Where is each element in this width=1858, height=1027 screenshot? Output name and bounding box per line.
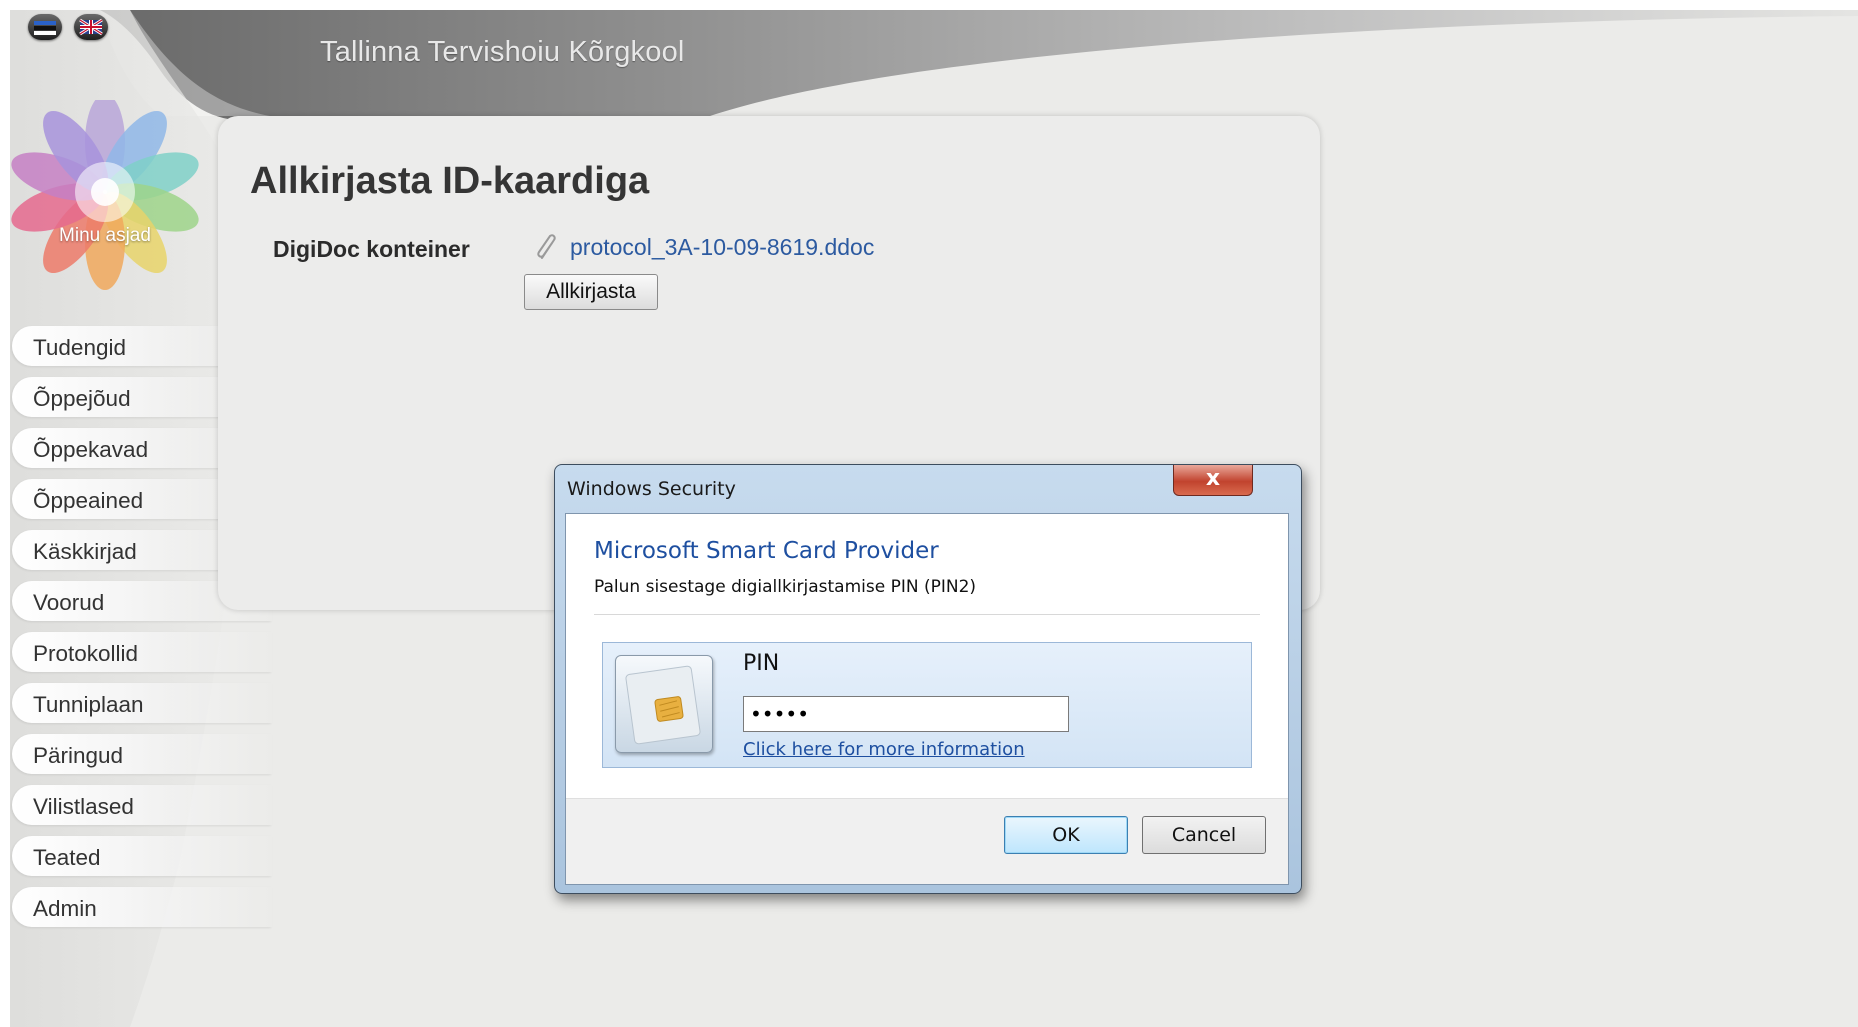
pin-prompt: Palun sisestage digiallkirjastamise PIN … — [594, 577, 977, 597]
nav-item-admin[interactable]: Admin — [12, 887, 272, 927]
more-info-link[interactable]: Click here for more information — [743, 739, 1025, 760]
nav-item-label: Teated — [33, 845, 101, 870]
nav-item-label: Päringud — [33, 743, 124, 768]
nav-item-protokollid[interactable]: Protokollid — [12, 632, 272, 672]
sign-button[interactable]: Allkirjasta — [524, 274, 658, 310]
nav-item-label: Voorud — [33, 590, 105, 615]
nav-item-vilistlased[interactable]: Vilistlased — [12, 785, 272, 825]
provider-name: Microsoft Smart Card Provider — [594, 538, 939, 564]
nav-item-label: Õppejõud — [33, 386, 131, 411]
estonian-flag-icon[interactable] — [28, 14, 62, 40]
credential-tile[interactable]: PIN Click here for more information — [602, 642, 1252, 768]
divider — [594, 614, 1260, 615]
close-icon: x — [1205, 466, 1221, 491]
close-button[interactable]: x — [1173, 465, 1253, 496]
digidoc-container-label: DigiDoc konteiner — [273, 236, 470, 262]
ddoc-file-link[interactable]: protocol_3A-10-09-8619.ddoc — [570, 234, 874, 261]
nav-item-paringud[interactable]: Päringud — [12, 734, 272, 774]
smart-card-icon — [615, 655, 713, 753]
nav-item-label: Admin — [33, 896, 97, 921]
pin-label: PIN — [743, 651, 780, 676]
uk-flag-icon[interactable] — [74, 14, 108, 40]
logo-label: Minu asjad — [59, 225, 151, 246]
page-title: Allkirjasta ID-kaardiga — [250, 160, 650, 202]
nav-item-label: Tudengid — [33, 335, 126, 360]
site-title: Tallinna Tervishoiu Kõrgkool — [320, 36, 685, 68]
nav-item-label: Vilistlased — [33, 794, 134, 819]
nav-item-tunniplaan[interactable]: Tunniplaan — [12, 683, 272, 723]
pin-input[interactable] — [743, 696, 1069, 732]
nav-item-label: Protokollid — [33, 641, 139, 666]
dialog-footer: OK Cancel — [566, 798, 1288, 884]
dialog-title: Windows Security — [567, 478, 736, 500]
nav-item-teated[interactable]: Teated — [12, 836, 272, 876]
nav-item-label: Õppeained — [33, 488, 144, 513]
cancel-button[interactable]: Cancel — [1142, 816, 1266, 854]
dialog-body: Microsoft Smart Card Provider Palun sise… — [565, 513, 1289, 885]
flower-logo-icon[interactable] — [10, 100, 200, 300]
nav-item-label: Õppekavad — [33, 437, 149, 462]
nav-item-label: Tunniplaan — [33, 692, 144, 717]
ok-button[interactable]: OK — [1004, 816, 1128, 854]
windows-security-dialog: Windows Security x Microsoft Smart Card … — [554, 464, 1302, 894]
paperclip-icon — [537, 234, 556, 259]
nav-item-label: Käskkirjad — [33, 539, 137, 564]
page-frame: Tallinna Tervishoiu Kõrgkool Minu asjad … — [10, 10, 1858, 1027]
